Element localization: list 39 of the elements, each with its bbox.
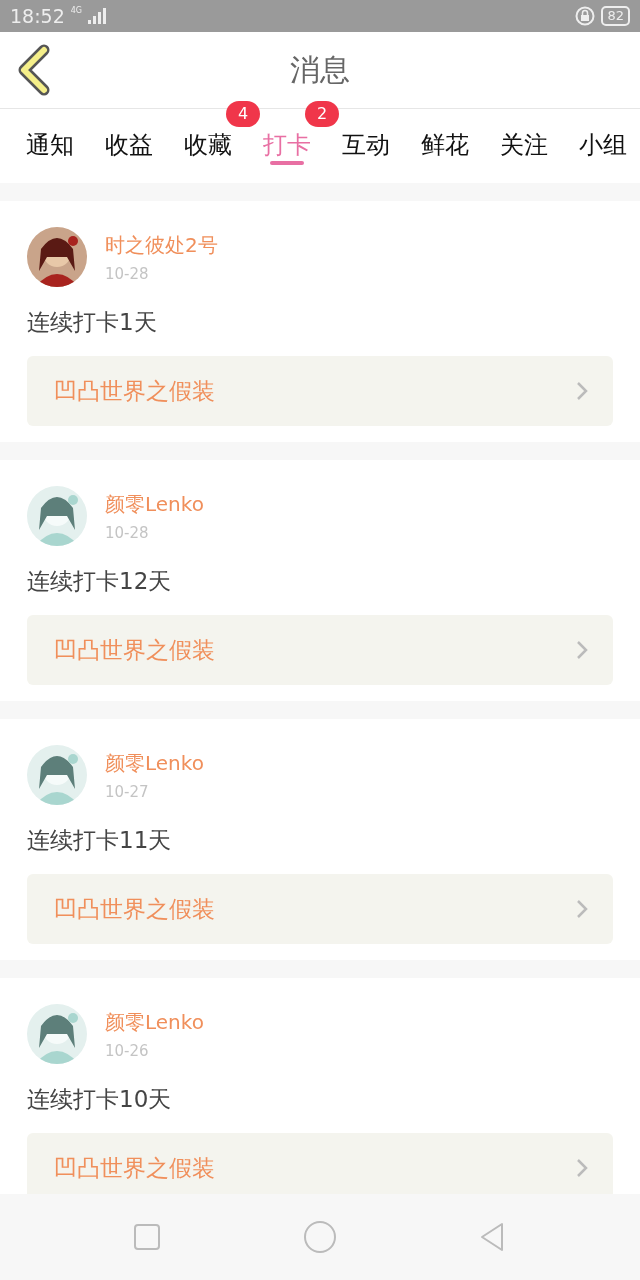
topic-name: 凹凸世界之假装 (54, 894, 215, 924)
topic-link[interactable]: 凹凸世界之假装 (27, 615, 613, 685)
home-icon[interactable] (302, 1219, 338, 1255)
topic-link[interactable]: 凹凸世界之假装 (27, 356, 613, 426)
signal-icon (88, 8, 107, 24)
chevron-icon (575, 639, 589, 661)
user-name[interactable]: 颜零Lenko (105, 749, 204, 777)
message-date: 10-27 (105, 782, 150, 801)
page-title: 消息 (290, 51, 350, 87)
message-text: 连续打卡11天 (27, 826, 173, 855)
tab[interactable]: 互动 (342, 109, 390, 165)
status-time: 18:52 (10, 5, 65, 27)
tab[interactable]: 收益 (105, 109, 153, 165)
count-badge: 4 (226, 101, 260, 127)
message-date: 10-28 (105, 523, 150, 542)
tab[interactable]: 小组 (579, 109, 627, 165)
message-text: 连续打卡1天 (27, 308, 158, 337)
count-badge: 2 (305, 101, 339, 127)
message-date: 10-28 (105, 264, 150, 283)
topic-link[interactable]: 凹凸世界之假装 (27, 1133, 613, 1194)
topic-name: 凹凸世界之假装 (54, 376, 215, 406)
message-text: 连续打卡10天 (27, 1085, 173, 1114)
user-name[interactable]: 时之彼处2号 (105, 231, 218, 259)
topic-name: 凹凸世界之假装 (54, 635, 215, 665)
rotation-lock-icon (575, 6, 596, 26)
tab[interactable]: 关注 (500, 109, 548, 165)
network-label: 4G (70, 6, 83, 15)
message-text: 连续打卡12天 (27, 567, 173, 596)
chevron-icon (575, 1157, 589, 1179)
chevron-icon (575, 380, 589, 402)
chevron-icon (575, 898, 589, 920)
tab[interactable]: 通知 (26, 109, 74, 165)
tab[interactable]: 鲜花 (421, 109, 469, 165)
user-name[interactable]: 颜零Lenko (105, 490, 204, 518)
message-date: 10-26 (105, 1041, 150, 1060)
topic-name: 凹凸世界之假装 (54, 1153, 215, 1183)
user-name[interactable]: 颜零Lenko (105, 1008, 204, 1036)
battery-level: 82 (601, 6, 630, 26)
topic-link[interactable]: 凹凸世界之假装 (27, 874, 613, 944)
